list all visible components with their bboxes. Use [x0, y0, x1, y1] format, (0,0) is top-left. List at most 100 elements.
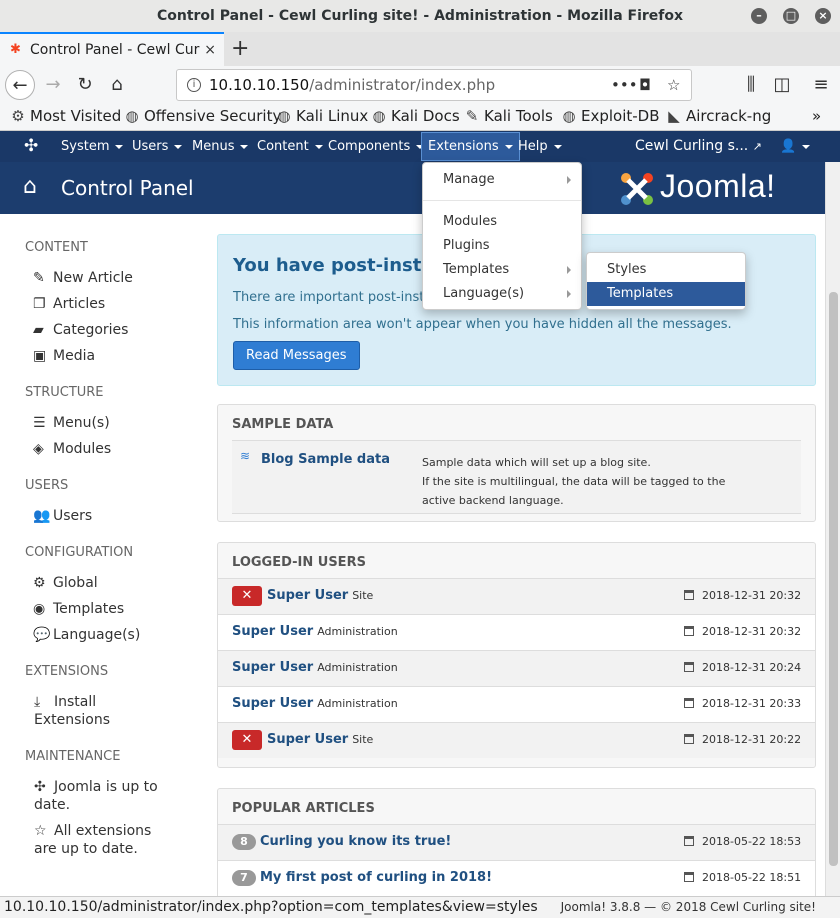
window-title: Control Panel - Cewl Curling site! - Adm…: [156, 8, 684, 24]
bookmark-exploit-db[interactable]: ◍ Exploit-DB: [561, 107, 659, 125]
logged-in-users-panel: LOGGED-IN USERS ✕ Super User Site 2018-12…: [217, 542, 816, 768]
browser-tab[interactable]: ✱ Control Panel - Cewl Cur ×: [0, 32, 224, 66]
reload-button[interactable]: ↻: [70, 70, 100, 100]
menu-help[interactable]: Help: [518, 131, 562, 162]
new-tab-button[interactable]: +: [231, 34, 249, 64]
logout-user-button[interactable]: ✕: [232, 586, 262, 606]
table-row: Super User Administration 2018-12-31 20:2…: [218, 650, 815, 686]
status-bar: 10.10.10.150/administrator/index.php?opt…: [0, 896, 840, 918]
sidebar-item-joomla-up-to-date[interactable]: ✣ Joomla is up to date.: [34, 778, 174, 814]
hamburger-menu-icon[interactable]: ≡: [806, 70, 836, 100]
sidebar-item-menus[interactable]: ☰ Menu(s): [33, 414, 110, 432]
wifi-icon: ≋: [240, 449, 251, 463]
sidebar-item-templates[interactable]: ◉ Templates: [33, 600, 124, 618]
user-name-link[interactable]: Super User Site: [267, 732, 373, 747]
calendar-icon: [684, 872, 694, 882]
page-scrollbar[interactable]: [825, 162, 840, 896]
home-icon: ⌂: [23, 174, 37, 199]
table-row: Super User Administration 2018-12-31 20:3…: [218, 614, 815, 650]
eye-icon: ◉: [33, 601, 46, 617]
antenna-icon: ◣: [668, 107, 680, 125]
status-url: 10.10.10.150/administrator/index.php?opt…: [4, 899, 538, 915]
sidebar-item-articles[interactable]: ❐ Articles: [33, 295, 105, 313]
user-name-link[interactable]: Super User Administration: [232, 660, 398, 675]
sidebar-item-global[interactable]: ⚙ Global: [33, 574, 98, 592]
sidebar-item-new-article[interactable]: ✎ New Article: [33, 269, 133, 287]
pencil-icon: ✎: [33, 270, 45, 286]
site-info-icon[interactable]: i: [187, 78, 201, 92]
external-link-icon: ↗: [752, 140, 762, 153]
read-messages-button[interactable]: Read Messages: [233, 341, 360, 370]
calendar-icon: [684, 626, 694, 636]
dropdown-divider: [423, 200, 581, 201]
logged-in-users-heading: LOGGED-IN USERS: [232, 555, 366, 570]
popular-articles-panel: POPULAR ARTICLES 8 Curling you know its t…: [217, 788, 816, 908]
back-button[interactable]: ←: [5, 70, 35, 100]
bookmark-aircrack-ng[interactable]: ◣ Aircrack-ng: [666, 107, 771, 125]
user-menu[interactable]: 👤: [780, 131, 811, 162]
navigation-toolbar: ← → ↻ ⌂ i 10.10.10.150/administrator/ind…: [0, 66, 840, 104]
sidebar-item-categories[interactable]: ▰ Categories: [33, 321, 128, 339]
joomla-mark-icon: [621, 172, 653, 205]
user-name-link[interactable]: Super User Administration: [232, 696, 398, 711]
menu-users[interactable]: Users: [132, 131, 183, 162]
sidebar-toggle-icon[interactable]: ◫: [767, 70, 797, 100]
maximize-icon[interactable]: □: [783, 8, 799, 24]
forward-button[interactable]: →: [38, 70, 68, 100]
menu-item-manage[interactable]: Manage: [423, 168, 581, 192]
close-window-icon[interactable]: ×: [815, 8, 831, 24]
bookmark-kali-linux[interactable]: ◍ Kali Linux: [276, 107, 368, 125]
bookmark-kali-docs[interactable]: ◍ Kali Docs: [371, 107, 459, 125]
sidebar-heading-content: CONTENT: [25, 240, 88, 255]
joomla-favicon-icon: ✱: [10, 42, 21, 57]
menu-item-templates[interactable]: Templates: [423, 258, 581, 282]
menu-menus[interactable]: Menus: [192, 131, 249, 162]
blog-sample-data-link[interactable]: Blog Sample data: [261, 452, 390, 467]
library-icon[interactable]: ⫼: [736, 70, 766, 100]
article-date: 2018-05-22 18:53: [684, 835, 801, 848]
sidebar-heading-users: USERS: [25, 478, 69, 493]
url-host: 10.10.10.150: [209, 76, 310, 94]
gear-icon: ⚙: [11, 107, 25, 125]
menu-system[interactable]: System: [61, 131, 124, 162]
site-link[interactable]: Cewl Curling s... ↗: [635, 131, 762, 162]
bookmark-most-visited[interactable]: ⚙ Most Visited: [10, 107, 121, 125]
sidebar-item-modules[interactable]: ◈ Modules: [33, 440, 111, 458]
article-link[interactable]: 7 My first post of curling in 2018!: [232, 870, 492, 886]
globe-icon: ◍: [277, 107, 291, 125]
user-name-link[interactable]: Super User Administration: [232, 624, 398, 639]
scrollbar-thumb[interactable]: [829, 292, 838, 866]
submenu-item-styles[interactable]: Styles: [587, 258, 745, 282]
pocket-icon[interactable]: ◘: [639, 70, 651, 100]
menu-item-plugins[interactable]: Plugins: [423, 234, 581, 258]
user-name-link[interactable]: Super User Site: [267, 588, 373, 603]
menu-item-languages[interactable]: Language(s): [423, 282, 581, 306]
joomla-logo-icon[interactable]: ✣: [24, 131, 38, 162]
sidebar-item-install-extensions[interactable]: ⤓ Install Extensions: [34, 693, 144, 729]
menu-extensions[interactable]: Extensions: [421, 132, 520, 161]
url-bar[interactable]: i 10.10.10.150/administrator/index.php •…: [176, 69, 692, 101]
table-row: 8 Curling you know its true! 2018-05-22 1…: [218, 824, 815, 860]
submenu-item-templates[interactable]: Templates: [587, 282, 745, 306]
sidebar-item-users[interactable]: 👥 Users: [33, 507, 92, 525]
menu-item-modules[interactable]: Modules: [423, 210, 581, 234]
bookmark-star-icon[interactable]: ☆: [667, 70, 680, 100]
minimize-icon[interactable]: –: [751, 8, 767, 24]
logout-user-button[interactable]: ✕: [232, 730, 262, 750]
article-link[interactable]: 8 Curling you know its true!: [232, 834, 451, 850]
sidebar-heading-maintenance: MAINTENANCE: [25, 749, 121, 764]
home-button[interactable]: ⌂: [102, 70, 132, 100]
bookmark-kali-tools[interactable]: ✎ Kali Tools: [464, 107, 553, 125]
page-actions-icon[interactable]: •••: [611, 70, 638, 100]
bookmark-offensive-security[interactable]: ◍ Offensive Security: [124, 107, 281, 125]
menu-content[interactable]: Content: [257, 131, 323, 162]
extensions-dropdown: Manage Modules Plugins Templates Languag…: [422, 162, 582, 310]
sidebar-item-extensions-up-to-date[interactable]: ☆ All extensions are up to date.: [34, 822, 174, 858]
sample-data-row: ≋ Blog Sample data Sample data which wil…: [232, 440, 801, 514]
sidebar-item-languages[interactable]: 💬 Language(s): [33, 626, 140, 644]
more-bookmarks-icon[interactable]: »: [812, 107, 821, 125]
close-tab-icon[interactable]: ×: [204, 34, 216, 66]
sidebar-heading-extensions: EXTENSIONS: [25, 664, 109, 679]
sidebar-item-media[interactable]: ▣ Media: [33, 347, 95, 365]
menu-components[interactable]: Components: [328, 131, 425, 162]
